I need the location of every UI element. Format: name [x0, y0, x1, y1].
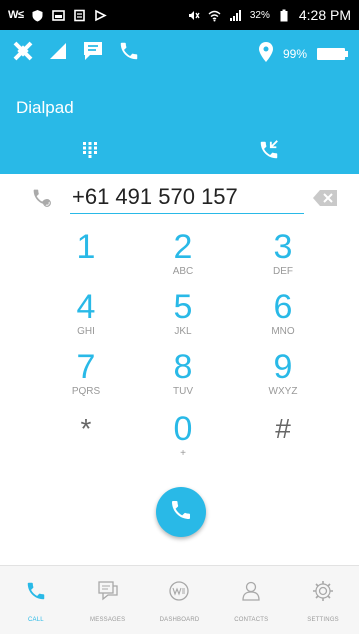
- key-letters: +: [180, 448, 186, 459]
- phone-icon: [118, 40, 140, 67]
- key-5[interactable]: 5 JKL: [133, 288, 233, 348]
- phone-icon: [25, 580, 47, 607]
- key-letters: PQRS: [71, 386, 101, 397]
- key-hash[interactable]: #: [233, 410, 333, 470]
- key-digit: *: [80, 413, 92, 444]
- key-7[interactable]: 7 PQRS: [36, 348, 136, 408]
- key-digit: 7: [76, 348, 96, 386]
- nav-messages[interactable]: MESSAGES: [72, 566, 144, 634]
- clipboard-icon: [73, 9, 86, 22]
- nav-label: SETTINGS: [307, 617, 339, 623]
- status-bar: W≤ 32% 4:28 PM: [0, 0, 359, 30]
- key-digit: 8: [173, 348, 193, 386]
- nav-label: DASHBOARD: [159, 617, 200, 623]
- battery-icon: [317, 47, 348, 60]
- page-title: Dialpad: [16, 98, 74, 117]
- contacts-icon: [240, 580, 262, 607]
- tab-call-log[interactable]: [180, 130, 359, 174]
- key-digit: 3: [273, 228, 293, 266]
- key-letters: GHI: [77, 326, 95, 337]
- backspace-icon[interactable]: [313, 190, 337, 211]
- phone-icon: [169, 498, 193, 527]
- key-digit: 2: [173, 228, 193, 266]
- number-entry: +61 491 570 157: [0, 174, 359, 220]
- header-icons-left: [12, 40, 140, 67]
- clock: 4:28 PM: [298, 7, 351, 23]
- header-icons-right: 99%: [258, 42, 348, 65]
- key-digit: 5: [173, 288, 193, 326]
- key-letters: MNO: [271, 326, 295, 337]
- number-field-underline: [70, 213, 304, 214]
- tab-bar: [0, 130, 359, 174]
- nav-dashboard[interactable]: DASHBOARD: [144, 566, 216, 634]
- key-2[interactable]: 2 ABC: [133, 228, 233, 288]
- header-battery-percent: 99%: [282, 46, 307, 61]
- key-digit: 6: [273, 288, 293, 326]
- key-digit: 1: [76, 228, 96, 266]
- nav-contacts[interactable]: CONTACTS: [215, 566, 287, 634]
- image-icon: [52, 9, 66, 22]
- keypad-icon: [82, 141, 97, 163]
- tab-dialpad[interactable]: [0, 130, 180, 174]
- bottom-navigation: CALL MESSAGES DASHBOARD CONTACTS SETTING…: [0, 565, 359, 634]
- nav-settings[interactable]: SETTINGS: [287, 566, 359, 634]
- shield-icon: [31, 9, 44, 22]
- key-digit: 9: [273, 348, 293, 386]
- key-6[interactable]: 6 MNO: [233, 288, 333, 348]
- key-4[interactable]: 4 GHI: [36, 288, 136, 348]
- header-icon-row: 99%: [0, 30, 359, 80]
- battery-percent: 32%: [249, 9, 270, 21]
- nav-call[interactable]: CALL: [0, 566, 72, 634]
- key-letters: WXYZ: [268, 386, 298, 397]
- satellite-icon: [12, 40, 34, 67]
- app-header: 99% Dialpad: [0, 30, 359, 174]
- messages-icon: [97, 580, 119, 607]
- nav-label: CALL: [27, 617, 44, 623]
- key-9[interactable]: 9 WXYZ: [233, 348, 333, 408]
- play-icon: [94, 9, 108, 22]
- location-pin-icon: [258, 42, 273, 65]
- key-3[interactable]: 3 DEF: [233, 228, 333, 288]
- call-log-icon: [257, 139, 281, 166]
- key-0[interactable]: 0 +: [133, 410, 233, 470]
- key-letters: DEF: [273, 266, 293, 277]
- battery-icon: [278, 9, 291, 22]
- key-digit: 0: [173, 410, 193, 448]
- key-1[interactable]: 1: [36, 228, 136, 288]
- status-right: 32% 4:28 PM: [187, 7, 351, 23]
- key-letters: ABC: [172, 266, 194, 277]
- key-digit: #: [275, 413, 291, 444]
- phone-number-field[interactable]: +61 491 570 157: [72, 184, 238, 210]
- signal-icon: [48, 41, 68, 66]
- key-letters: TUV: [173, 386, 193, 397]
- key-star[interactable]: *: [36, 410, 136, 470]
- call-button[interactable]: [156, 487, 206, 537]
- nav-label: MESSAGES: [90, 617, 126, 623]
- carrier-logo: W≤: [8, 9, 24, 21]
- gear-icon: [312, 580, 334, 607]
- key-8[interactable]: 8 TUV: [133, 348, 233, 408]
- status-left: W≤: [8, 9, 108, 22]
- key-letters: JKL: [174, 326, 192, 337]
- mute-icon: [187, 9, 200, 22]
- dial-keypad: 1 2 ABC 3 DEF 4 GHI 5 JKL 6 MNO 7 PQRS 8 TUV 9W…: [0, 228, 359, 468]
- dashboard-icon: [168, 580, 190, 607]
- key-digit: 4: [76, 288, 96, 326]
- wifi-icon: [208, 9, 221, 22]
- nav-label: CONTACTS: [234, 617, 269, 623]
- signal-icon: [229, 9, 242, 22]
- message-icon: [82, 40, 104, 67]
- call-type-icon: [30, 188, 54, 213]
